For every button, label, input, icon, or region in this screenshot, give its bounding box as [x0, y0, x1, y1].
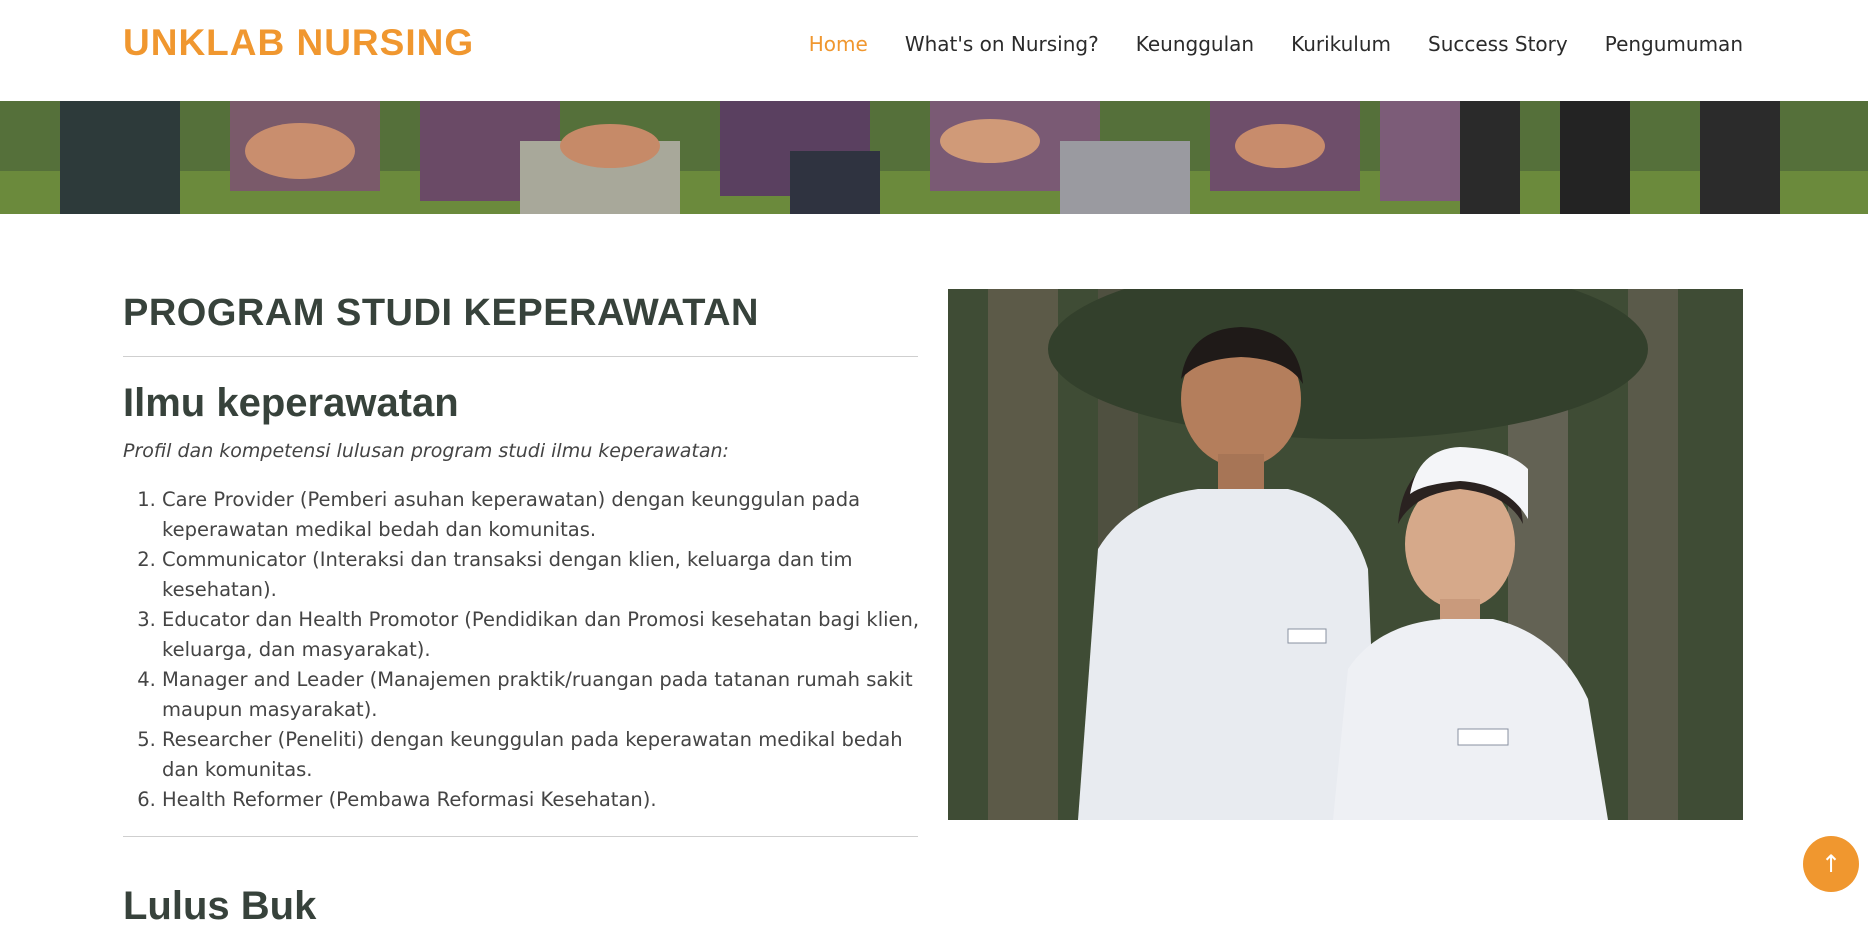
nurses-photo-illustration	[948, 289, 1743, 820]
nav-item-home[interactable]: Home	[809, 30, 868, 58]
hero-banner-image	[0, 101, 1868, 214]
list-item: Educator dan Health Promotor (Pendidikan…	[162, 605, 923, 665]
main-nav: Home What's on Nursing? Keunggulan Kurik…	[772, 30, 1743, 58]
list-item: Care Provider (Pemberi asuhan keperawata…	[162, 485, 923, 545]
program-heading: Ilmu keperawatan	[123, 381, 459, 425]
nav-item-success-story[interactable]: Success Story	[1428, 30, 1568, 58]
list-item: Researcher (Peneliti) dengan keunggulan …	[162, 725, 923, 785]
nurses-photo	[948, 289, 1743, 820]
hero-photo-illustration	[0, 101, 1868, 214]
site-logo[interactable]: UNKLAB NURSING	[123, 20, 474, 66]
nav-item-keunggulan[interactable]: Keunggulan	[1136, 30, 1254, 58]
list-item: Manager and Leader (Manajemen praktik/ru…	[162, 665, 923, 725]
back-to-top-button[interactable]: ↑	[1803, 836, 1859, 892]
site-header: UNKLAB NURSING Home What's on Nursing? K…	[0, 0, 1868, 101]
next-section-heading: Lulus Buk	[123, 884, 317, 928]
nav-item-pengumuman[interactable]: Pengumuman	[1605, 30, 1743, 58]
list-divider	[123, 836, 918, 837]
program-intro: Profil dan kompetensi lulusan program st…	[123, 440, 729, 462]
title-divider	[123, 356, 918, 357]
list-item: Communicator (Interaksi dan transaksi de…	[162, 545, 923, 605]
section-title: PROGRAM STUDI KEPERAWATAN	[123, 292, 759, 334]
arrow-up-icon: ↑	[1820, 850, 1842, 878]
competency-list: Care Provider (Pemberi asuhan keperawata…	[123, 485, 923, 815]
nav-item-whats-on-nursing[interactable]: What's on Nursing?	[905, 30, 1099, 58]
list-item: Health Reformer (Pembawa Reformasi Keseh…	[162, 785, 923, 815]
nav-item-kurikulum[interactable]: Kurikulum	[1291, 30, 1391, 58]
